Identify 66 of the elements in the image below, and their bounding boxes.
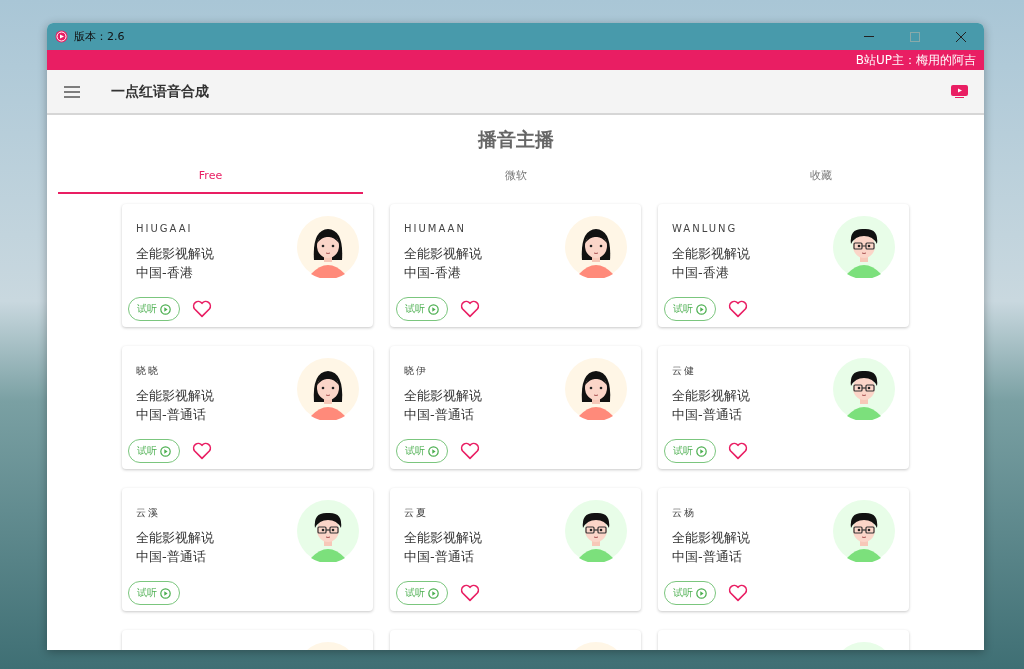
preview-button[interactable]: 试听 (396, 439, 448, 463)
voice-region: 中国-普通话 (404, 548, 474, 566)
voice-style: 全能影视解说 (404, 245, 482, 263)
favorite-heart-icon[interactable] (728, 300, 748, 318)
voice-region: 中国-普通话 (404, 406, 474, 424)
voice-name: 晓伊 (404, 364, 428, 378)
voice-name: 晓晓 (136, 364, 160, 378)
preview-button[interactable]: 试听 (128, 297, 180, 321)
play-icon (696, 445, 707, 457)
maximize-icon (910, 31, 920, 42)
preview-button[interactable]: 试听 (396, 297, 448, 321)
app-title: 一点红语音合成 (111, 82, 210, 101)
favorite-heart-icon[interactable] (728, 442, 748, 460)
voice-style: 全能影视解说 (136, 529, 214, 547)
preview-button[interactable]: 试听 (396, 581, 448, 605)
voice-name: HIUMAAN (404, 222, 466, 236)
video-button[interactable] (951, 85, 968, 98)
favorite-heart-icon[interactable] (192, 442, 212, 460)
preview-button[interactable]: 试听 (128, 581, 180, 605)
voice-name: 云健 (672, 364, 696, 378)
play-icon (696, 587, 707, 599)
play-icon (428, 587, 439, 599)
tab[interactable]: 收藏 (668, 159, 973, 194)
voice-style: 全能影视解说 (404, 529, 482, 547)
favorite-heart-icon[interactable] (460, 442, 480, 460)
play-icon (160, 303, 171, 315)
voice-name: 云杨 (672, 506, 696, 520)
voice-name: HIUGAAI (136, 222, 193, 236)
favorite-heart-icon[interactable] (460, 300, 480, 318)
voice-region: 中国-香港 (404, 264, 461, 282)
voice-name: 云夏 (404, 506, 428, 520)
preview-button[interactable]: 试听 (128, 439, 180, 463)
favorite-heart-icon[interactable] (728, 584, 748, 602)
voice-region: 中国-普通话 (136, 548, 206, 566)
voice-style: 全能影视解说 (136, 245, 214, 263)
preview-button[interactable]: 试听 (664, 297, 716, 321)
minimize-icon (864, 36, 874, 37)
menu-button[interactable] (63, 84, 81, 99)
voice-region: 中国-普通话 (672, 406, 742, 424)
voice-region: 中国-普通话 (136, 406, 206, 424)
tab[interactable]: Free (58, 159, 363, 194)
window-title: 版本：2.6 (74, 29, 126, 44)
play-icon (428, 303, 439, 315)
voice-region: 中国-香港 (672, 264, 729, 282)
close-icon (956, 31, 966, 42)
voice-region: 中国-普通话 (672, 548, 742, 566)
voice-name: WANLUNG (672, 222, 738, 236)
favorite-heart-icon[interactable] (192, 300, 212, 318)
preview-button[interactable]: 试听 (664, 581, 716, 605)
voice-style: 全能影视解说 (672, 387, 750, 405)
page-heading: 播音主播 (477, 127, 554, 152)
voice-style: 全能影视解说 (672, 245, 750, 263)
favorite-heart-icon[interactable] (460, 584, 480, 602)
voice-region: 中国-香港 (136, 264, 193, 282)
app-logo-icon (55, 30, 68, 43)
voice-name: 云溪 (136, 506, 160, 520)
voice-style: 全能影视解说 (672, 529, 750, 547)
voice-style: 全能影视解说 (404, 387, 482, 405)
play-icon (160, 587, 171, 599)
tab[interactable]: 微软 (363, 159, 668, 194)
play-icon (428, 445, 439, 457)
voice-style: 全能影视解说 (136, 387, 214, 405)
preview-button[interactable]: 试听 (664, 439, 716, 463)
play-icon (696, 303, 707, 315)
play-icon (160, 445, 171, 457)
banner-text: B站UP主：梅用的阿吉 (855, 51, 976, 69)
